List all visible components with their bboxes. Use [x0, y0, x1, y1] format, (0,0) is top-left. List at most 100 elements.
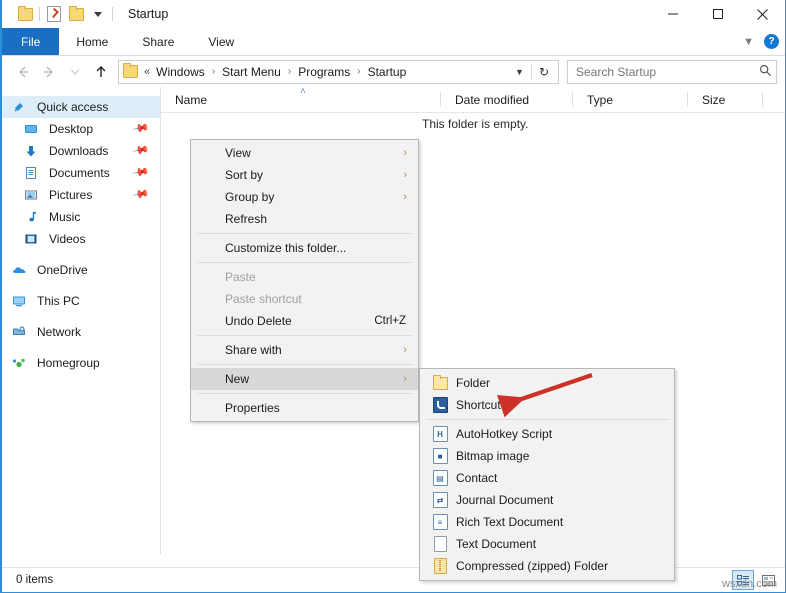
toolbar-divider [112, 7, 113, 21]
column-header-name[interactable]: Name ˄ [161, 86, 441, 112]
column-header-type[interactable]: Type [573, 87, 688, 112]
chevron-right-icon: › [403, 147, 407, 159]
chevron-right-icon: › [403, 191, 407, 203]
sidebar-item-homegroup[interactable]: Homegroup [2, 352, 160, 374]
submenu-item-bitmap-image[interactable]: ■ Bitmap image [420, 445, 674, 467]
breadcrumb-overflow[interactable]: « [143, 66, 153, 78]
column-label: Date modified [455, 92, 530, 107]
sidebar-item-label: Videos [49, 232, 86, 246]
quick-access-toolbar [2, 4, 116, 24]
documents-icon [24, 166, 46, 180]
menu-item-new[interactable]: New › [191, 368, 418, 390]
menu-item-label: Sort by [225, 168, 264, 182]
menu-item-undo-delete[interactable]: Undo Delete Ctrl+Z [191, 310, 418, 332]
watermark: wsxdn.com [721, 578, 777, 590]
tab-file[interactable]: File [2, 28, 60, 55]
sidebar-item-label: Pictures [49, 188, 93, 202]
chevron-down-icon[interactable]: ▼ [743, 36, 754, 48]
breadcrumb[interactable]: « Windows › Start Menu › Programs › Star… [118, 59, 559, 84]
breadcrumb-tail: ▼ ↻ [508, 63, 556, 80]
sidebar-item-documents[interactable]: Documents 📌 [2, 162, 160, 184]
search-input[interactable]: Search Startup [567, 59, 777, 84]
menu-separator [426, 419, 668, 420]
up-arrow-icon[interactable] [88, 59, 114, 85]
pin-icon[interactable]: 📌 [132, 163, 151, 182]
menu-item-label: Group by [225, 190, 275, 204]
close-button[interactable] [740, 0, 785, 28]
music-icon [24, 210, 46, 224]
submenu-item-folder[interactable]: Folder [420, 372, 674, 394]
breadcrumb-separator[interactable]: › [284, 66, 295, 77]
sidebar-item-desktop[interactable]: Desktop 📌 [2, 118, 160, 140]
tab-home[interactable]: Home [59, 28, 125, 55]
window-title: Startup [128, 7, 169, 21]
menu-item-share-with[interactable]: Share with › [191, 339, 418, 361]
forward-arrow-icon[interactable] [36, 59, 62, 85]
submenu-item-text-document[interactable]: Text Document [420, 533, 674, 555]
pin-icon[interactable]: 📌 [132, 119, 151, 138]
recent-locations-icon[interactable] [62, 59, 88, 85]
window-controls [650, 0, 785, 28]
sidebar-item-videos[interactable]: Videos [2, 228, 160, 250]
submenu-item-contact[interactable]: ▤ Contact [420, 467, 674, 489]
maximize-button[interactable] [695, 0, 740, 28]
submenu-item-label: Text Document [456, 537, 537, 551]
submenu-item-shortcut[interactable]: Shortcut [420, 394, 674, 416]
sidebar-item-label: Music [49, 210, 81, 224]
menu-item-sort-by[interactable]: Sort by › [191, 164, 418, 186]
sidebar-item-label: Documents [49, 166, 110, 180]
sidebar-item-this-pc[interactable]: This PC [2, 290, 160, 312]
submenu-item-rich-text-document[interactable]: ≡ Rich Text Document [420, 511, 674, 533]
sidebar-item-music[interactable]: Music [2, 206, 160, 228]
sidebar-item-network[interactable]: Network [2, 321, 160, 343]
back-arrow-icon[interactable] [10, 59, 36, 85]
column-label: Size [702, 92, 726, 107]
desktop-icon [24, 122, 46, 136]
menu-item-label: Properties [225, 401, 280, 415]
menu-item-label: Customize this folder... [225, 241, 347, 255]
sidebar-item-label: This PC [37, 294, 80, 308]
tab-view[interactable]: View [191, 28, 251, 55]
column-header-date-modified[interactable]: Date modified [441, 87, 573, 112]
breadcrumb-separator[interactable]: › [353, 66, 364, 77]
chevron-down-icon[interactable]: ▼ [508, 67, 531, 77]
help-icon[interactable]: ? [764, 34, 779, 49]
menu-item-properties[interactable]: Properties [191, 397, 418, 419]
menu-item-customize-this-folder[interactable]: Customize this folder... [191, 237, 418, 259]
sort-ascending-icon: ˄ [300, 86, 306, 97]
tab-share[interactable]: Share [125, 28, 191, 55]
chevron-down-icon[interactable] [87, 4, 109, 24]
search-icon[interactable] [759, 64, 772, 80]
submenu-item-journal-document[interactable]: ⇄ Journal Document [420, 489, 674, 511]
sidebar-item-label: Network [37, 325, 82, 339]
breadcrumb-item-programs[interactable]: Programs [295, 65, 353, 79]
menu-item-paste: Paste [191, 266, 418, 288]
submenu-item-label: Rich Text Document [456, 515, 564, 529]
refresh-icon[interactable]: ↻ [532, 65, 556, 79]
sidebar-item-quick-access[interactable]: Quick access [2, 96, 160, 118]
menu-item-label: New [225, 372, 250, 386]
breadcrumb-separator[interactable]: › [208, 66, 219, 77]
menu-item-group-by[interactable]: Group by › [191, 186, 418, 208]
pin-icon[interactable]: 📌 [132, 141, 151, 160]
sidebar-item-downloads[interactable]: Downloads 📌 [2, 140, 160, 162]
properties-icon[interactable] [43, 4, 65, 24]
minimize-button[interactable] [650, 0, 695, 28]
menu-item-view[interactable]: View › [191, 142, 418, 164]
sidebar-item-pictures[interactable]: Pictures 📌 [2, 184, 160, 206]
menu-separator [197, 335, 412, 336]
submenu-item-autohotkey-script[interactable]: H AutoHotkey Script [420, 423, 674, 445]
folder-icon[interactable] [65, 4, 87, 24]
folder-icon[interactable] [14, 4, 36, 24]
breadcrumb-item-windows[interactable]: Windows [153, 65, 208, 79]
breadcrumb-item-start-menu[interactable]: Start Menu [219, 65, 284, 79]
pin-icon[interactable]: 📌 [132, 185, 151, 204]
sidebar-item-onedrive[interactable]: OneDrive [2, 259, 160, 281]
breadcrumb-item-startup[interactable]: Startup [365, 65, 410, 79]
menu-item-refresh[interactable]: Refresh [191, 208, 418, 230]
column-header-size[interactable]: Size [688, 87, 763, 112]
submenu-item-compressed-folder[interactable]: Compressed (zipped) Folder [420, 555, 674, 577]
new-submenu: Folder Shortcut H AutoHotkey Script ■ Bi… [419, 368, 675, 581]
column-headers: Name ˄ Date modified Type Size [161, 86, 785, 113]
sidebar-item-label: Desktop [49, 122, 94, 136]
